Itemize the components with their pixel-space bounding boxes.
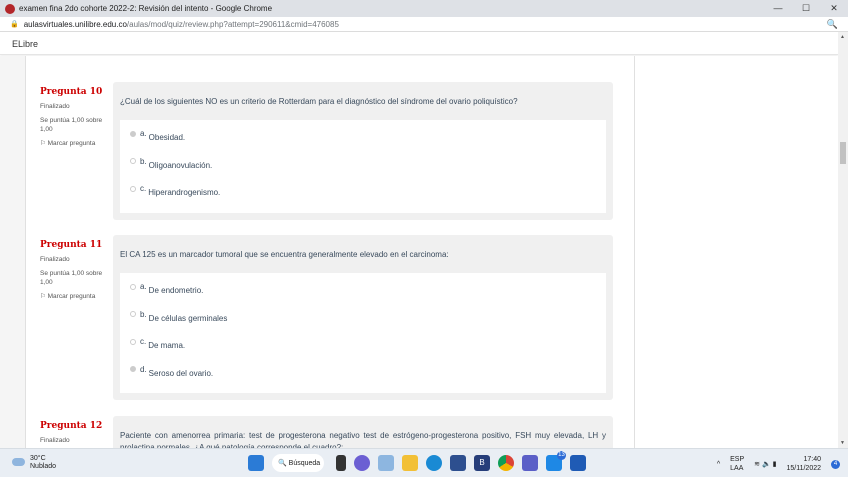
question-status: Finalizado [40, 437, 70, 444]
radio-button[interactable] [130, 130, 136, 137]
question-text: ¿Cuál de los siguientes NO es un criteri… [120, 97, 518, 106]
search-icon[interactable]: 🔍 [827, 19, 838, 30]
flag-question-link[interactable]: ⚐ Marcar pregunta [40, 139, 110, 148]
flag-icon: ⚐ [40, 293, 48, 300]
radio-button[interactable] [130, 311, 136, 318]
answer-option[interactable]: b. Oligoanovulación. [130, 152, 596, 180]
flag-question-link[interactable]: ⚐ Marcar pregunta [40, 292, 110, 301]
question-info: Pregunta 11 Finalizado Se puntúa 1,00 so… [40, 241, 110, 306]
radio-button[interactable] [130, 283, 136, 290]
url-host: aulasvirtuales.unilibre.edu.co [23, 19, 127, 29]
question-number: Pregunta 12 [40, 421, 103, 431]
side-column [635, 56, 838, 448]
question-text: El CA 125 es un marcador tumoral que se … [120, 250, 449, 259]
site-header: ELibre [0, 32, 838, 55]
scroll-up-icon[interactable]: ▲ [840, 34, 845, 40]
radio-button[interactable] [130, 366, 136, 373]
word-icon[interactable] [570, 455, 586, 471]
question-status: Finalizado [40, 256, 70, 263]
radio-button[interactable] [130, 338, 136, 345]
teams-icon[interactable] [522, 455, 538, 471]
weather-widget[interactable]: 30°C Nublado [12, 455, 56, 471]
scrollbar-thumb[interactable] [840, 142, 846, 164]
notification-badge[interactable]: 4 [831, 459, 840, 469]
minimize-button[interactable]: — [764, 0, 792, 17]
question-status: Finalizado [40, 103, 70, 110]
answer-option[interactable]: c. Hiperandrogenismo. [130, 179, 596, 207]
site-favicon-icon [5, 3, 15, 14]
answer-option[interactable]: a. De endometrio. [130, 277, 596, 305]
question-box: El CA 125 es un marcador tumoral que se … [113, 235, 613, 400]
lock-icon: 🔒 [10, 21, 19, 28]
taskbar: 30°C Nublado 🔍 Búsqueda B 13 ^ ESP LAA ≋ 🔈… [0, 448, 848, 477]
task-view-icon[interactable] [336, 455, 346, 471]
answer-list: a. Obesidad. b. Oligoanovulación. c. Hipera… [120, 120, 606, 213]
clock[interactable]: 17:40 15/11/2022 [786, 455, 821, 473]
answer-option[interactable]: d. Seroso del ovario. [130, 360, 596, 388]
question-box: Paciente con amenorrea primaria: test de… [113, 416, 613, 448]
window-title: examen fina 2do cohorte 2022-2: Revisión… [19, 4, 273, 13]
vertical-scrollbar[interactable]: ▲ ▼ [838, 32, 848, 448]
answer-option[interactable]: c. De mama. [130, 332, 596, 360]
file-explorer-icon[interactable] [402, 455, 418, 471]
title-bar: examen fina 2do cohorte 2022-2: Revisión… [0, 0, 848, 17]
question-number: Pregunta 11 [40, 240, 103, 250]
chat-icon[interactable] [354, 455, 370, 471]
answer-option[interactable]: a. Obesidad. [130, 124, 596, 152]
answer-option[interactable]: b. De células germinales [130, 305, 596, 333]
url-path: /aulas/mod/quiz/review.php?attempt=29061… [126, 19, 339, 29]
address-bar[interactable]: 🔒 aulasvirtuales.unilibre.edu.co/aulas/m… [0, 17, 848, 32]
page-content: Pregunta 10 Finalizado Se puntúa 1,00 so… [0, 56, 838, 448]
radio-button[interactable] [130, 185, 136, 192]
question-text: Paciente con amenorrea primaria: test de… [120, 431, 606, 448]
question-info: Pregunta 12 Finalizado [40, 422, 110, 448]
edge-icon[interactable] [426, 455, 442, 471]
question-number: Pregunta 10 [40, 87, 103, 97]
cloud-icon [12, 458, 25, 466]
temperature: 30°C [30, 455, 46, 462]
chevron-up-icon[interactable]: ^ [717, 460, 720, 469]
close-button[interactable]: ✕ [820, 0, 848, 17]
store-icon[interactable] [450, 455, 466, 471]
language-indicator[interactable]: ESP LAA [730, 455, 744, 473]
question-info: Pregunta 10 Finalizado Se puntúa 1,00 so… [40, 88, 110, 153]
radio-button[interactable] [130, 158, 136, 165]
question-score: Se puntúa 1,00 sobre 1,00 [40, 270, 103, 286]
wifi-icon[interactable]: ≋ 🔈 ▮ [754, 460, 776, 469]
mail-icon[interactable]: 13 [546, 451, 566, 471]
maximize-button[interactable]: ☐ [792, 0, 820, 17]
scroll-down-icon[interactable]: ▼ [840, 440, 845, 446]
weather-text: Nublado [30, 463, 57, 470]
question-box: ¿Cuál de los siguientes NO es un criteri… [113, 82, 613, 220]
taskbar-search[interactable]: 🔍 Búsqueda [272, 454, 324, 472]
site-name[interactable]: ELibre [12, 39, 38, 49]
question-score: Se puntúa 1,00 sobre 1,00 [40, 117, 103, 133]
chrome-icon[interactable] [498, 455, 514, 471]
answer-list: a. De endometrio. b. De células germinales… [120, 273, 606, 393]
amazon-icon[interactable] [378, 455, 394, 471]
b-app-icon[interactable]: B [474, 455, 490, 471]
quiz-review: Pregunta 10 Finalizado Se puntúa 1,00 so… [25, 56, 635, 448]
flag-icon: ⚐ [40, 140, 48, 147]
mail-badge: 13 [557, 451, 566, 460]
windows-start-icon[interactable] [248, 455, 264, 471]
